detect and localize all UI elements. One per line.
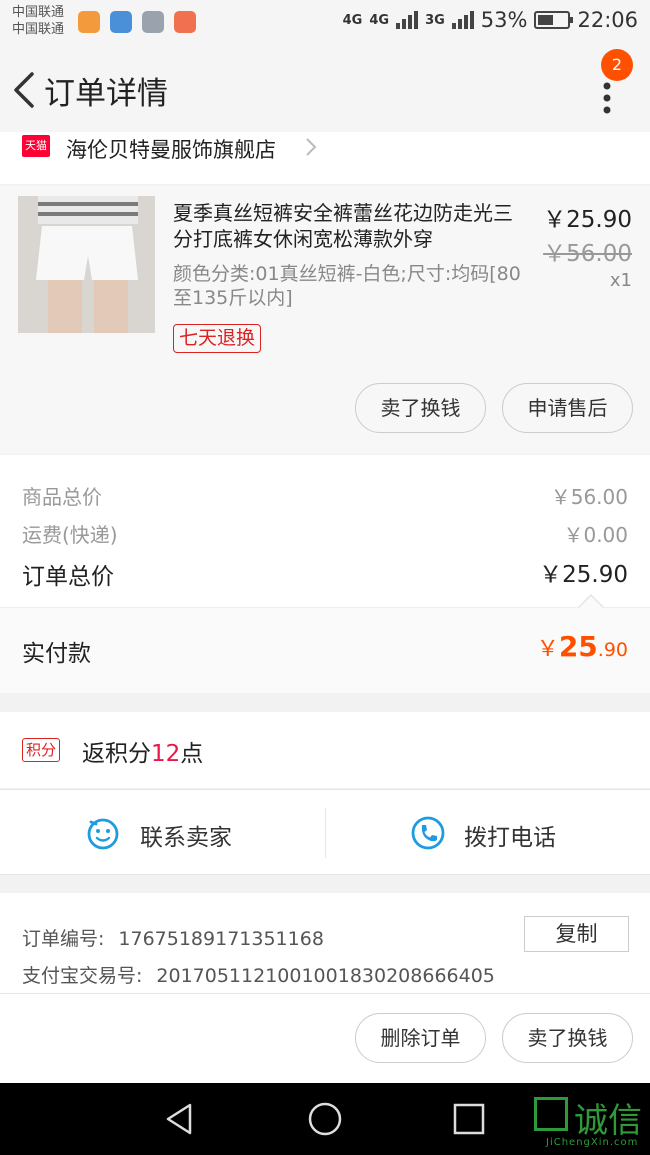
gallery-icon <box>142 11 164 33</box>
product-thumbnail[interactable] <box>18 196 155 333</box>
store-name[interactable]: 海伦贝特曼服饰旗舰店 <box>66 134 276 164</box>
product-spec: 颜色分类:01真丝短裤-白色;尺寸:均码[80至135斤以内] <box>173 263 521 309</box>
nav-back-icon[interactable] <box>162 1101 198 1137</box>
page-title: 订单详情 <box>44 76 168 112</box>
watermark-logo: 诚信 JiChengXin.com <box>534 1093 650 1151</box>
points-prefix: 返积分 <box>82 741 151 767</box>
product-title[interactable]: 夏季真丝短裤安全裤蕾丝花边防走光三分打底裤女休闲宽松薄款外穿 <box>173 200 528 252</box>
watermark-box-icon <box>534 1097 568 1131</box>
order-number-line: 订单编号: 17675189171351168 <box>22 924 324 951</box>
points-row: 积分 返积分12点 <box>0 712 650 788</box>
order-number-label: 订单编号: <box>22 928 105 950</box>
nav-recents-icon[interactable] <box>451 1101 487 1137</box>
sell-for-cash-button-bottom[interactable]: 卖了换钱 <box>502 1013 633 1063</box>
watermark-text: 诚信 <box>574 1101 642 1141</box>
battery-percent: 53% <box>480 8 528 32</box>
network-3g-label: 3G <box>425 12 445 28</box>
back-arrow-icon[interactable] <box>10 70 44 110</box>
shipping-label: 运费(快递) <box>22 523 118 547</box>
alipay-number-value: 2017051121001001830208666405 <box>156 965 495 987</box>
after-sales-button[interactable]: 申请售后 <box>502 383 633 433</box>
tmall-icon: 天猫 <box>22 135 50 157</box>
delete-order-button[interactable]: 删除订单 <box>355 1013 486 1063</box>
more-menu-icon[interactable] <box>590 74 624 122</box>
order-total-label: 订单总价 <box>22 564 114 590</box>
signal-bars-icon-2 <box>451 11 474 29</box>
goods-total-value: ￥56.00 <box>550 485 628 509</box>
product-item[interactable]: 夏季真丝短裤安全裤蕾丝花边防走光三分打底裤女休闲宽松薄款外穿 颜色分类:01真丝… <box>0 186 650 454</box>
contact-divider <box>325 808 326 858</box>
clock: 22:06 <box>577 8 638 32</box>
paid-decimal: .90 <box>597 639 628 661</box>
product-original-price: ￥56.00 <box>543 241 632 267</box>
network-4g-label: 4G <box>342 12 363 28</box>
carrier-2: 中国联通 <box>12 22 65 37</box>
sell-for-cash-button[interactable]: 卖了换钱 <box>355 383 486 433</box>
amount-paid-label: 实付款 <box>22 641 91 667</box>
shipping-value: ￥0.00 <box>563 523 628 547</box>
points-number: 12 <box>151 741 181 767</box>
phone-icon[interactable] <box>411 816 445 850</box>
alipay-number-line: 支付宝交易号: 2017051121001001830208666405 <box>22 961 495 988</box>
points-tag: 积分 <box>22 738 61 762</box>
status-bar: 中国联通 中国联通 4G 4G 3G 53% 22:06 <box>0 0 650 44</box>
points-text: 返积分12点 <box>82 734 203 768</box>
carrier-labels: 中国联通 中国联通 <box>12 4 64 38</box>
nav-home-icon[interactable] <box>307 1101 343 1137</box>
order-total-value: ￥25.90 <box>539 562 628 588</box>
order-number-value: 17675189171351168 <box>118 928 324 950</box>
carrier-1: 中国联通 <box>12 5 65 20</box>
status-right: 4G 4G 3G 53% 22:06 <box>343 8 638 32</box>
chevron-right-icon <box>306 138 317 156</box>
alipay-number-label: 支付宝交易号: <box>22 965 143 987</box>
points-suffix: 点 <box>180 741 204 767</box>
chat-bubble-icon[interactable] <box>86 816 120 850</box>
android-nav-bar: 诚信 JiChengXin.com <box>0 1083 650 1155</box>
health-app-icon <box>110 11 132 33</box>
camera-app-icon <box>174 11 196 33</box>
order-info: 订单编号: 17675189171351168 复制 支付宝交易号: 2017051… <box>0 893 650 993</box>
price-summary: 商品总价 ￥56.00 运费(快递) ￥0.00 订单总价 ￥25.90 <box>0 455 650 607</box>
goods-total-label: 商品总价 <box>22 485 102 509</box>
message-badge: 2 <box>601 49 633 81</box>
uc-browser-icon <box>78 11 100 33</box>
contact-seller-button[interactable]: 联系卖家 <box>140 818 232 852</box>
seven-day-return-tag: 七天退换 <box>173 324 262 353</box>
bottom-action-bar: 删除订单 卖了换钱 <box>0 993 650 1083</box>
amount-paid-row: 实付款 ￥25.90 <box>0 594 650 693</box>
paid-integer: 25 <box>558 630 598 663</box>
watermark-subtext: JiChengXin.com <box>546 1137 639 1148</box>
call-phone-button[interactable]: 拨打电话 <box>464 818 556 852</box>
signal-bars-icon <box>396 11 419 29</box>
product-quantity: x1 <box>609 270 632 291</box>
product-image-icon <box>18 196 155 333</box>
copy-button[interactable]: 复制 <box>524 916 629 952</box>
amount-paid-value: ￥25.90 <box>537 630 628 663</box>
product-price: ￥25.90 <box>543 207 632 233</box>
battery-icon <box>534 11 574 29</box>
battery-fill <box>538 15 554 25</box>
paid-currency: ￥ <box>536 637 559 662</box>
contact-row: 联系卖家 拨打电话 <box>0 789 650 875</box>
store-row[interactable]: 天猫 海伦贝特曼服饰旗舰店 <box>0 132 650 184</box>
header: 订单详情 2 <box>0 44 650 132</box>
network-4g-label-2: 4G <box>369 12 390 28</box>
